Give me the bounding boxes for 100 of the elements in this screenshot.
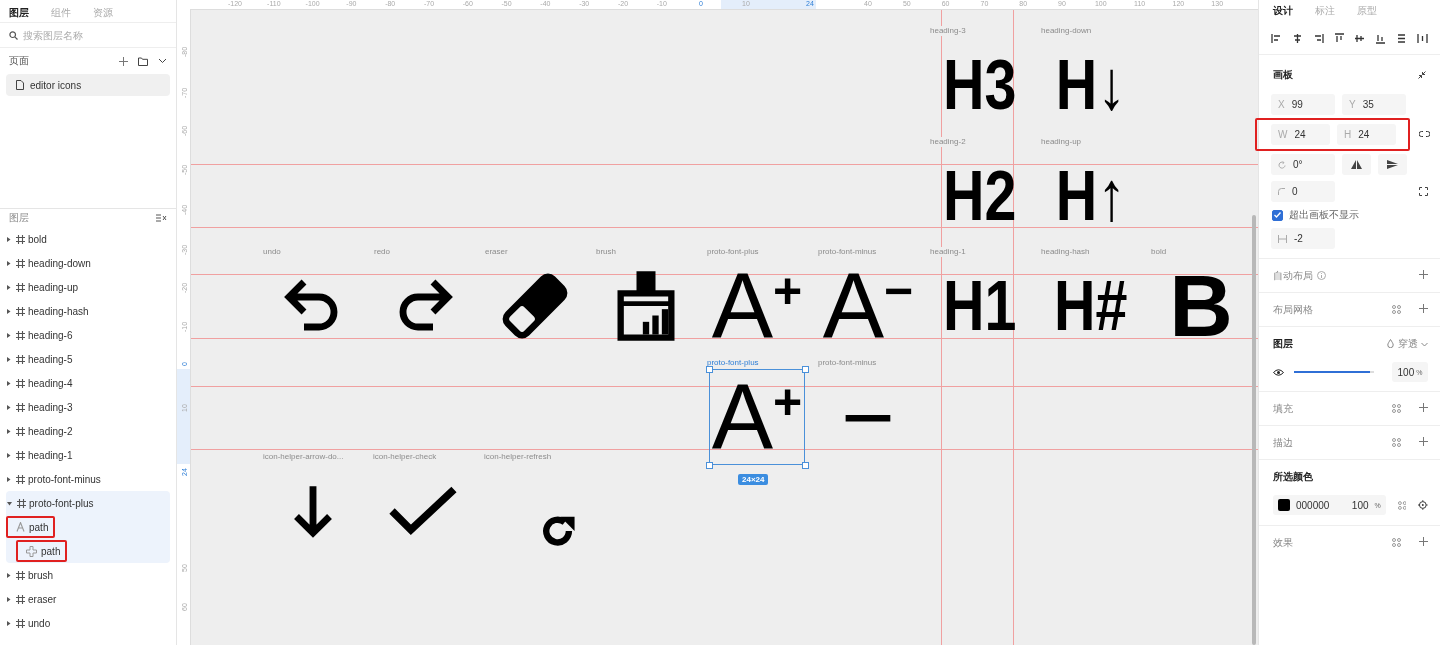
collapsed-caret-icon[interactable] (6, 236, 11, 242)
collapsed-caret-icon[interactable] (6, 452, 11, 458)
frame-icon (16, 450, 25, 460)
collapsed-caret-icon[interactable] (6, 332, 11, 338)
flip-horizontal-button[interactable] (1342, 154, 1371, 175)
plus-icon[interactable] (1419, 437, 1428, 446)
collapsed-caret-icon[interactable] (6, 404, 11, 410)
artboard[interactable]: H↑ (1043, 148, 1139, 244)
layer-item[interactable]: heading-6 (0, 323, 176, 347)
layer-item[interactable]: path (16, 540, 68, 562)
resize-handle[interactable] (706, 366, 713, 373)
layer-item[interactable]: undo (0, 611, 176, 635)
layer-item[interactable]: heading-5 (0, 347, 176, 371)
align-icon[interactable] (1416, 32, 1428, 44)
eye-icon[interactable] (1273, 368, 1284, 376)
collapsed-caret-icon[interactable] (6, 284, 11, 290)
align-icon[interactable] (1396, 32, 1408, 44)
align-icon[interactable] (1291, 32, 1303, 44)
search-field[interactable]: 搜索图层名称 (23, 29, 163, 41)
layer-item[interactable]: heading-2 (0, 419, 176, 443)
layer-item[interactable]: heading-1 (0, 443, 176, 467)
artboard[interactable]: B (1153, 258, 1249, 354)
drop-icon (1387, 339, 1395, 348)
plus-icon[interactable] (1419, 304, 1428, 313)
layer-item[interactable]: proto-font-minus (0, 467, 176, 491)
resize-handle[interactable] (802, 462, 809, 469)
align-icon[interactable] (1271, 32, 1282, 44)
position-field[interactable]: X 99 (1271, 94, 1335, 115)
blend-mode-dropdown[interactable]: 穿透 (1398, 336, 1428, 351)
frame-icon (16, 426, 25, 436)
artboard[interactable]: A$^{−}$ (820, 258, 916, 354)
plus-icon[interactable] (1419, 537, 1428, 546)
folder-icon[interactable] (138, 56, 148, 66)
icon-glyph: H1 (943, 271, 1017, 341)
frame-icon (16, 354, 25, 364)
icon-glyph: B (1169, 262, 1233, 350)
layer-item[interactable]: heading-up (0, 275, 176, 299)
section-title: 图层 (1273, 336, 1293, 351)
collapse-all-icon[interactable] (156, 214, 167, 222)
spacing-field[interactable]: -2 (1271, 228, 1335, 249)
panel-tab[interactable]: 图层 (9, 6, 29, 20)
resize-handle[interactable] (706, 462, 713, 469)
section-title[interactable]: 画板 (1273, 68, 1418, 82)
layer-item[interactable]: brush (0, 563, 176, 587)
align-icon[interactable] (1354, 32, 1366, 44)
artboard[interactable]: H↓ (1043, 37, 1139, 133)
selected-artboard[interactable]: A$^{+}$ (709, 369, 805, 465)
scrollbar[interactable] (1252, 215, 1256, 645)
artboard-label[interactable]: proto-font-plus (707, 358, 759, 368)
add-page-icon[interactable] (119, 56, 128, 66)
corner-radius-field[interactable]: 0 (1271, 181, 1335, 202)
collapsed-caret-icon[interactable] (6, 380, 11, 386)
resize-handle[interactable] (802, 366, 809, 373)
artboard[interactable]: A$^{+}$ (709, 258, 805, 354)
flip-vertical-button[interactable] (1378, 154, 1407, 175)
checkbox[interactable] (1272, 209, 1283, 221)
link-icon[interactable] (1419, 131, 1430, 137)
layer-item[interactable]: heading-4 (0, 371, 176, 395)
page-item[interactable]: editor icons (6, 74, 170, 96)
section-title: 布局网格 (1273, 302, 1313, 317)
expand-corners-icon[interactable] (1419, 187, 1428, 196)
collapsed-caret-icon[interactable] (6, 572, 11, 578)
plus-icon[interactable] (1419, 403, 1428, 412)
layer-item[interactable]: path (6, 516, 56, 538)
layer-item[interactable]: eraser (0, 587, 176, 611)
artboard[interactable]: − (820, 369, 916, 465)
plus-icon[interactable] (1419, 270, 1428, 279)
collapsed-caret-icon[interactable] (6, 476, 11, 482)
collapsed-caret-icon[interactable] (6, 356, 11, 362)
expanded-caret-icon[interactable] (7, 500, 12, 506)
artboard[interactable]: H3 (932, 37, 1028, 133)
collapsed-caret-icon[interactable] (6, 260, 11, 266)
layer-item[interactable]: proto-font-plus (6, 491, 170, 515)
size-badge: 24×24 (738, 474, 769, 485)
collapsed-caret-icon[interactable] (6, 620, 11, 626)
collapse-arrows-icon[interactable] (1418, 71, 1426, 79)
align-icon[interactable] (1312, 32, 1324, 44)
chevron-down-icon (1421, 341, 1428, 347)
size-field[interactable]: W 24 (1271, 124, 1330, 145)
collapsed-caret-icon[interactable] (6, 308, 11, 314)
color-swatch[interactable] (1278, 499, 1290, 511)
chevron-down-icon[interactable] (158, 58, 167, 64)
position-field[interactable]: Y 35 (1342, 94, 1406, 115)
frame-icon (16, 282, 25, 292)
artboard[interactable]: H1 (932, 258, 1028, 354)
panel-tab[interactable]: 设计 (1273, 4, 1293, 18)
artboard[interactable]: H2 (932, 148, 1028, 244)
collapsed-caret-icon[interactable] (6, 596, 11, 602)
target-icon[interactable] (1418, 500, 1428, 510)
layer-item[interactable]: heading-down (0, 251, 176, 275)
rotation-field[interactable]: 0° (1271, 154, 1335, 175)
layer-item[interactable]: bold (0, 227, 176, 251)
artboard[interactable]: H# (1043, 258, 1139, 354)
corner-icon (1278, 188, 1285, 195)
size-field[interactable]: H 24 (1337, 124, 1396, 145)
align-icon[interactable] (1375, 32, 1387, 44)
collapsed-caret-icon[interactable] (6, 428, 11, 434)
layer-item[interactable]: heading-3 (0, 395, 176, 419)
align-icon[interactable] (1333, 32, 1345, 44)
layer-item[interactable]: heading-hash (0, 299, 176, 323)
